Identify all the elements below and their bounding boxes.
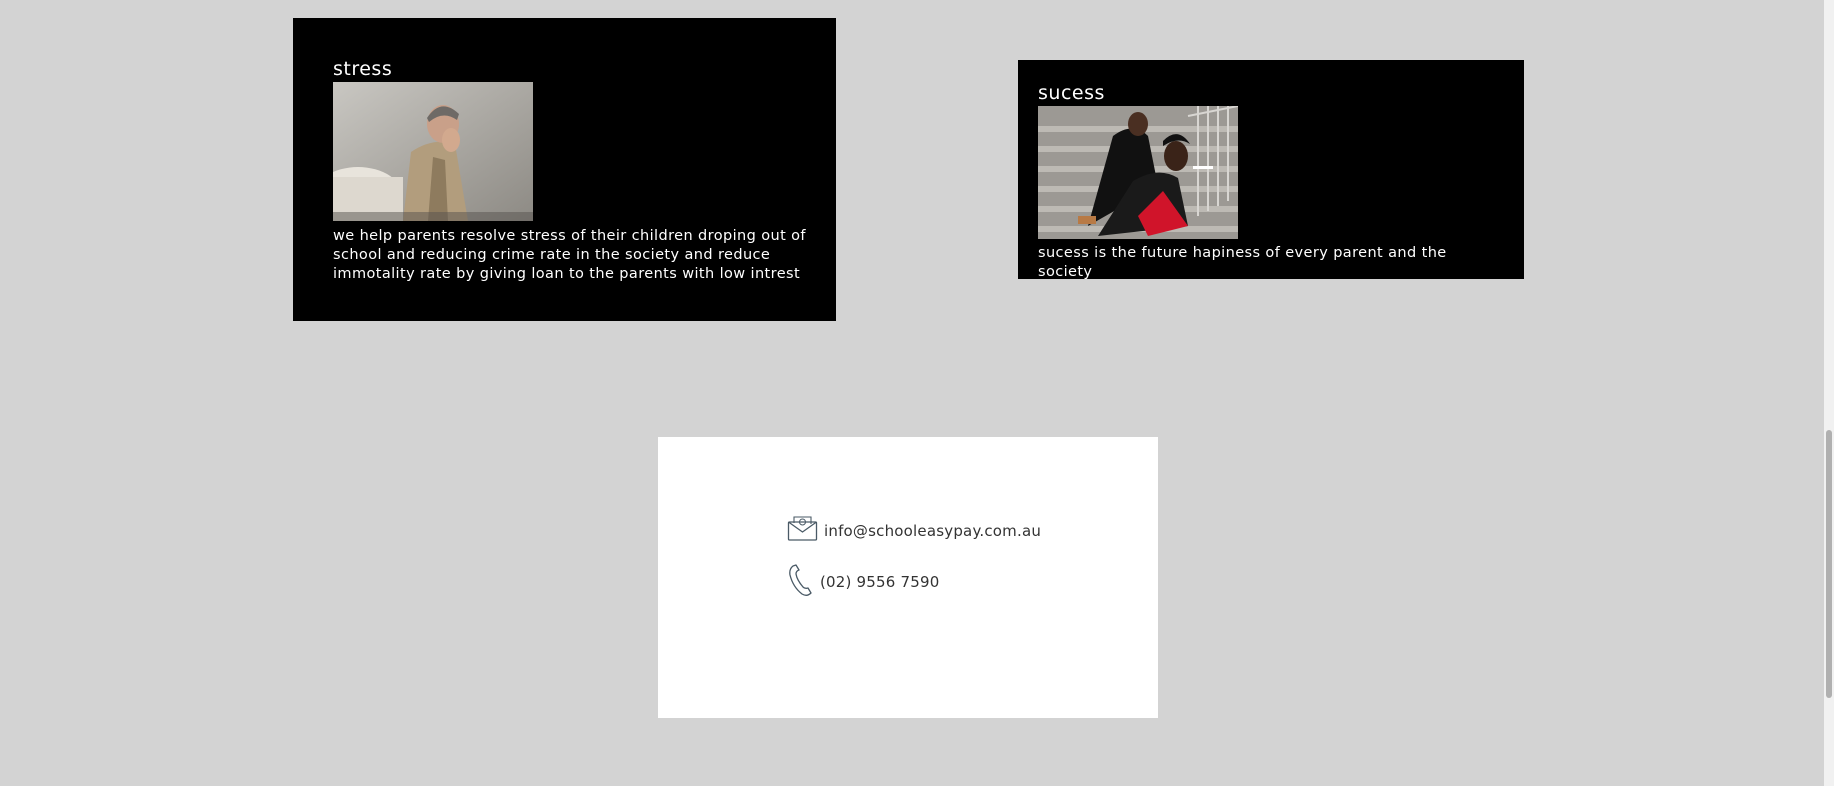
- success-card-text: sucess is the future hapiness of every p…: [1038, 245, 1447, 280]
- stress-card-title: stress: [333, 58, 393, 80]
- contact-phone[interactable]: (02) 9556 7590: [820, 573, 939, 591]
- phone-icon: [788, 563, 814, 601]
- envelope-icon: [787, 515, 818, 546]
- contact-email-row[interactable]: info@schooleasypay.com.au: [787, 515, 1041, 546]
- contact-phone-row[interactable]: (02) 9556 7590: [788, 563, 939, 601]
- contact-email[interactable]: info@schooleasypay.com.au: [824, 522, 1041, 540]
- scrollbar-thumb[interactable]: [1826, 430, 1832, 698]
- page: stress we help parents resolve stress of…: [0, 0, 1834, 786]
- stress-card: stress we help parents resolve stress of…: [293, 18, 836, 321]
- stress-photo: [333, 82, 533, 221]
- success-card-title: sucess: [1038, 82, 1105, 104]
- contact-box: info@schooleasypay.com.au (02) 9556 7590: [658, 437, 1158, 718]
- stress-card-text: we help parents resolve stress of their …: [333, 228, 806, 282]
- success-card: sucess sucess is the future hapiness of …: [1018, 60, 1524, 280]
- page-scrollbar[interactable]: [1824, 0, 1834, 786]
- success-photo: [1038, 106, 1238, 239]
